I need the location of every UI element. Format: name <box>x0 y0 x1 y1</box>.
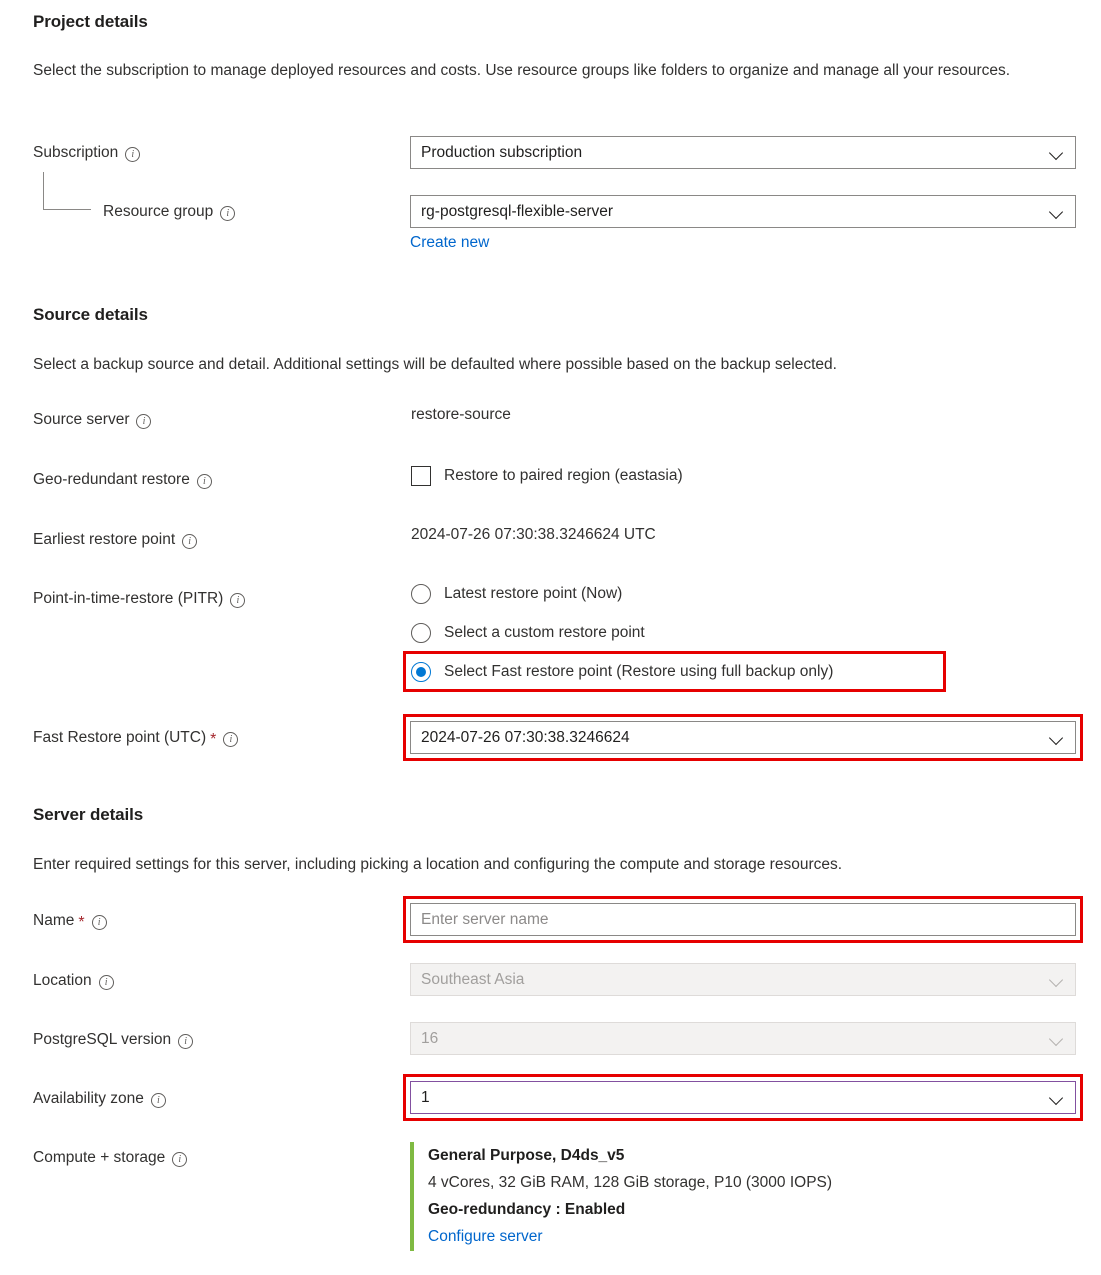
radio-icon[interactable] <box>411 623 431 643</box>
pitr-option-latest-restore-point[interactable]: Latest restore point (Now) <box>411 581 622 607</box>
info-icon[interactable] <box>91 914 107 930</box>
fast-restore-point-label-text: Fast Restore point (UTC) <box>33 729 207 746</box>
server-details-heading: Server details <box>33 805 144 824</box>
info-icon[interactable] <box>98 974 114 990</box>
required-marker: * <box>78 914 85 931</box>
resource-group-dropdown[interactable]: rg-postgresql-flexible-server <box>410 195 1076 228</box>
compute-geo-redundancy: Geo-redundancy : Enabled <box>428 1201 626 1218</box>
server-details-description: Enter required settings for this server,… <box>33 856 843 873</box>
info-icon[interactable] <box>178 1033 194 1049</box>
postgresql-version-dropdown: 16 <box>410 1022 1076 1055</box>
server-name-input[interactable]: Enter server name <box>410 903 1076 936</box>
source-details-description: Select a backup source and detail. Addit… <box>33 356 837 373</box>
required-marker: * <box>210 731 217 748</box>
postgresql-version-label: PostgreSQL version <box>33 1030 194 1050</box>
earliest-restore-point-value: 2024-07-26 07:30:38.3246624 UTC <box>411 526 656 543</box>
location-label: Location <box>33 971 114 991</box>
compute-storage-summary: General Purpose, D4ds_v5 4 vCores, 32 Gi… <box>410 1142 970 1251</box>
tree-connector <box>43 172 91 210</box>
restore-server-form: Project details Select the subscription … <box>0 0 1101 1275</box>
earliest-restore-point-label: Earliest restore point <box>33 530 198 550</box>
source-server-value: restore-source <box>411 406 511 423</box>
chevron-down-icon <box>1049 1090 1065 1106</box>
availability-zone-dropdown[interactable]: 1 <box>410 1081 1076 1114</box>
info-icon[interactable] <box>172 1151 188 1167</box>
subscription-label: Subscription <box>33 143 141 163</box>
earliest-restore-point-label-text: Earliest restore point <box>33 531 176 548</box>
radio-icon-selected[interactable] <box>411 662 431 682</box>
info-icon[interactable] <box>196 473 212 489</box>
location-label-text: Location <box>33 972 92 989</box>
project-details-description: Select the subscription to manage deploy… <box>33 62 1011 79</box>
configure-server-link[interactable]: Configure server <box>428 1223 543 1251</box>
info-icon[interactable] <box>220 205 236 221</box>
restore-to-paired-region-checkbox[interactable]: Restore to paired region (eastasia) <box>411 466 683 486</box>
checkbox-box-icon[interactable] <box>411 466 431 486</box>
restore-to-paired-region-label: Restore to paired region (eastasia) <box>444 467 683 484</box>
subscription-dropdown[interactable]: Production subscription <box>410 136 1076 169</box>
info-icon[interactable] <box>150 1092 166 1108</box>
fast-restore-point-dropdown[interactable]: 2024-07-26 07:30:38.3246624 <box>410 721 1076 754</box>
pitr-option-label: Select Fast restore point (Restore using… <box>444 663 834 680</box>
pitr-option-label: Latest restore point (Now) <box>444 585 623 602</box>
info-icon[interactable] <box>182 533 198 549</box>
compute-storage-label: Compute + storage <box>33 1148 188 1168</box>
chevron-down-icon <box>1049 1031 1065 1047</box>
compute-storage-label-text: Compute + storage <box>33 1149 166 1166</box>
chevron-down-icon <box>1049 204 1065 220</box>
create-new-resource-group-link[interactable]: Create new <box>410 234 489 252</box>
resource-group-label-text: Resource group <box>103 203 214 220</box>
pitr-option-custom-restore-point[interactable]: Select a custom restore point <box>411 620 645 646</box>
geo-redundant-restore-label-text: Geo-redundant restore <box>33 471 190 488</box>
server-name-label: Name * <box>33 911 107 931</box>
compute-tier: General Purpose, D4ds_v5 <box>428 1147 625 1164</box>
chevron-down-icon <box>1049 145 1065 161</box>
pitr-option-label: Select a custom restore point <box>444 624 645 641</box>
resource-group-value: rg-postgresql-flexible-server <box>421 202 614 220</box>
subscription-label-text: Subscription <box>33 144 119 161</box>
availability-zone-label-text: Availability zone <box>33 1090 144 1107</box>
info-icon[interactable] <box>125 146 141 162</box>
fast-restore-point-label: Fast Restore point (UTC) * <box>33 728 239 748</box>
availability-zone-label: Availability zone <box>33 1089 166 1109</box>
fast-restore-point-value: 2024-07-26 07:30:38.3246624 <box>421 728 630 746</box>
chevron-down-icon <box>1049 972 1065 988</box>
project-details-heading: Project details <box>33 12 148 31</box>
info-icon[interactable] <box>136 413 152 429</box>
info-icon[interactable] <box>230 592 246 608</box>
compute-specs: 4 vCores, 32 GiB RAM, 128 GiB storage, P… <box>428 1174 833 1191</box>
source-details-heading: Source details <box>33 305 148 324</box>
subscription-value: Production subscription <box>421 143 583 161</box>
postgresql-version-label-text: PostgreSQL version <box>33 1031 172 1048</box>
radio-icon[interactable] <box>411 584 431 604</box>
pitr-label: Point-in-time-restore (PITR) <box>33 589 246 609</box>
source-server-label: Source server <box>33 410 152 430</box>
availability-zone-value: 1 <box>421 1088 430 1106</box>
chevron-down-icon <box>1049 730 1065 746</box>
postgresql-version-value: 16 <box>421 1029 439 1047</box>
pitr-label-text: Point-in-time-restore (PITR) <box>33 590 224 607</box>
source-server-label-text: Source server <box>33 411 130 428</box>
server-name-placeholder: Enter server name <box>421 910 549 928</box>
server-name-label-text: Name <box>33 912 75 929</box>
location-dropdown: Southeast Asia <box>410 963 1076 996</box>
resource-group-label: Resource group <box>103 202 236 222</box>
geo-redundant-restore-label: Geo-redundant restore <box>33 470 212 490</box>
pitr-option-fast-restore-point[interactable]: Select Fast restore point (Restore using… <box>411 659 833 685</box>
info-icon[interactable] <box>223 731 239 747</box>
location-value: Southeast Asia <box>421 970 525 988</box>
